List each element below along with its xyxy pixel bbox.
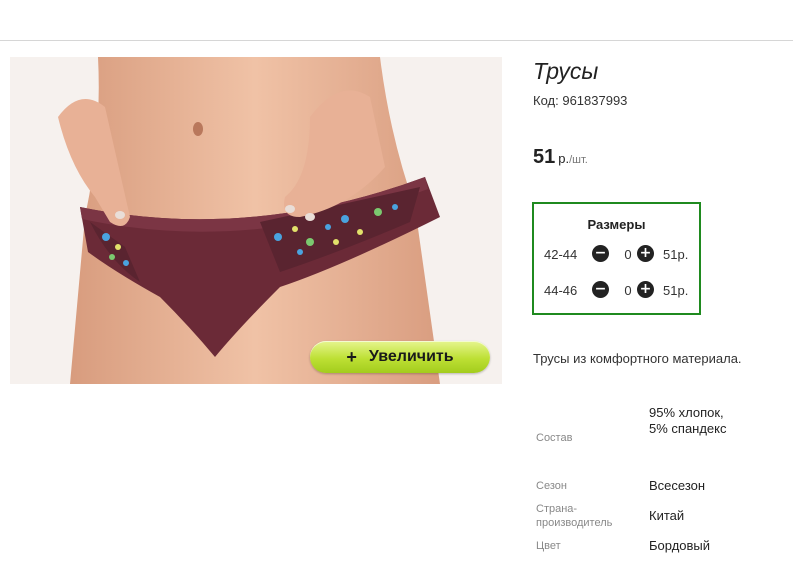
plus-icon: + xyxy=(346,347,357,367)
size-price: 51р. xyxy=(663,247,689,262)
product-price: 51 р./шт. xyxy=(533,146,588,169)
plus-circle-icon[interactable]: + xyxy=(637,281,654,298)
size-row: 44-46 − 0 + 51р. xyxy=(544,280,694,300)
size-label: 42-44 xyxy=(544,247,578,262)
size-label: 44-46 xyxy=(544,283,578,298)
attr-value-country: Китай xyxy=(649,508,685,523)
minus-circle-icon[interactable]: − xyxy=(592,281,609,298)
sizes-title: Размеры xyxy=(587,217,646,232)
size-row: 42-44 − 0 + 51р. xyxy=(544,244,694,264)
header-divider xyxy=(0,40,793,41)
attr-value-color: Бордовый xyxy=(649,538,711,553)
price-unit: /шт. xyxy=(569,154,588,166)
plus-circle-icon[interactable]: + xyxy=(637,245,654,262)
sizes-panel: Размеры 42-44 − 0 + 51р. 44-46 − 0 + 51р… xyxy=(532,202,701,315)
zoom-button[interactable]: + Увеличить xyxy=(310,341,490,373)
price-currency: р. xyxy=(558,151,570,166)
zoom-button-label: Увеличить xyxy=(368,348,454,365)
attr-label-country: Страна-производитель xyxy=(536,503,613,529)
product-code: Код: 961837993 xyxy=(533,93,627,108)
product-description: Трусы из комфортного материала. xyxy=(533,351,742,366)
product-illustration xyxy=(10,57,502,384)
size-quantity: 0 xyxy=(624,247,632,262)
product-image[interactable]: + Увеличить xyxy=(10,57,502,384)
minus-circle-icon[interactable]: − xyxy=(592,245,609,262)
attr-label-color: Цвет xyxy=(536,540,561,552)
size-quantity: 0 xyxy=(624,283,632,298)
attr-label-season: Сезон xyxy=(536,480,567,492)
price-value: 51 xyxy=(533,146,556,168)
attr-value-composition: 95% хлопок, 5% спандекс xyxy=(649,405,727,436)
attr-value-season: Всесезон xyxy=(649,478,706,493)
product-code-value: 961837993 xyxy=(562,93,628,108)
product-title: Трусы xyxy=(533,58,599,84)
size-price: 51р. xyxy=(663,283,689,298)
product-code-label: Код: xyxy=(533,93,559,108)
attr-label-composition: Состав xyxy=(536,432,573,444)
